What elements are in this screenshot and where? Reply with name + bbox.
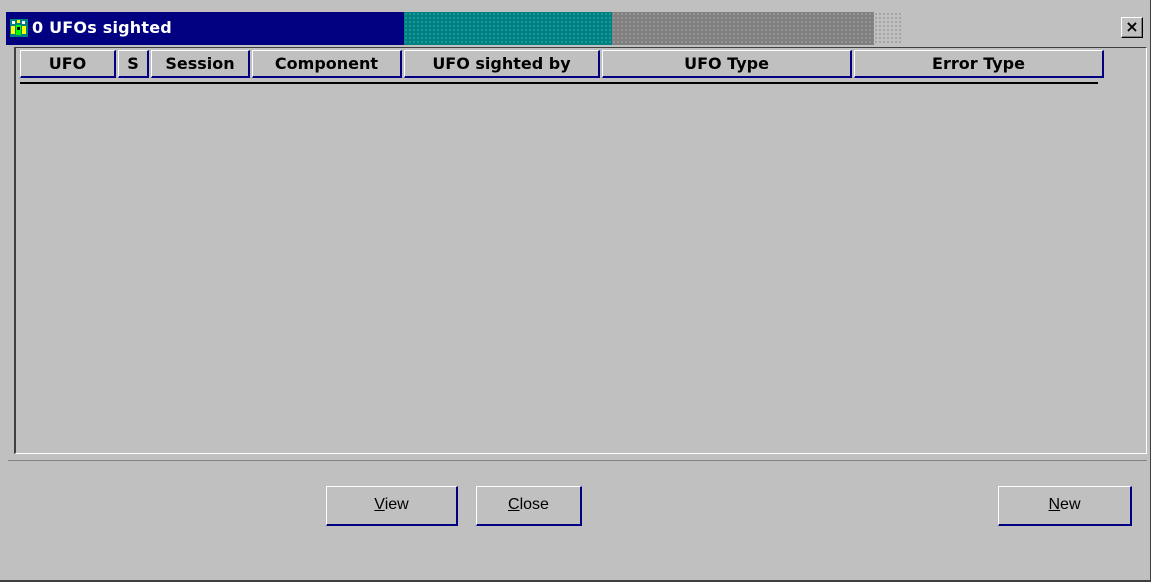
title-bar[interactable]: 0 UFOs sighted: [6, 12, 1147, 45]
title-bar-dither-gray: [612, 12, 874, 45]
ufo-app-icon[interactable]: [10, 19, 28, 37]
column-header-ufo-sighted-by[interactable]: UFO sighted by: [404, 50, 600, 78]
view-label-rest: iew: [384, 496, 409, 513]
column-header-s[interactable]: S: [118, 50, 149, 78]
new-mnemonic: N: [1048, 496, 1061, 513]
title-bar-dither-light: [874, 12, 902, 45]
new-label-rest: ew: [1060, 496, 1081, 513]
close-mnemonic: C: [508, 496, 520, 513]
new-button[interactable]: New: [998, 486, 1132, 526]
column-header-ufo-type[interactable]: UFO Type: [602, 50, 852, 78]
column-header-session[interactable]: Session: [151, 50, 250, 78]
title-bar-dither-teal: [404, 12, 612, 45]
column-header-ufo[interactable]: UFO: [20, 50, 116, 78]
view-mnemonic: V: [374, 496, 385, 513]
header-divider: [20, 82, 1098, 84]
title-bar-light-band: [874, 12, 1147, 45]
view-button[interactable]: View: [326, 486, 458, 526]
close-window-button[interactable]: ×: [1121, 17, 1143, 38]
window-title: 0 UFOs sighted: [32, 18, 172, 37]
column-header-component[interactable]: Component: [252, 50, 402, 78]
close-label-rest: lose: [519, 496, 549, 513]
close-button[interactable]: Close: [476, 486, 582, 526]
column-header-error-type[interactable]: Error Type: [854, 50, 1104, 78]
close-icon: ×: [1125, 17, 1139, 36]
ufo-list-view[interactable]: UFO S Session Component UFO sighted by U…: [14, 47, 1147, 454]
ufo-sightings-window: 0 UFOs sighted × UFO S Session Component…: [0, 0, 1151, 582]
